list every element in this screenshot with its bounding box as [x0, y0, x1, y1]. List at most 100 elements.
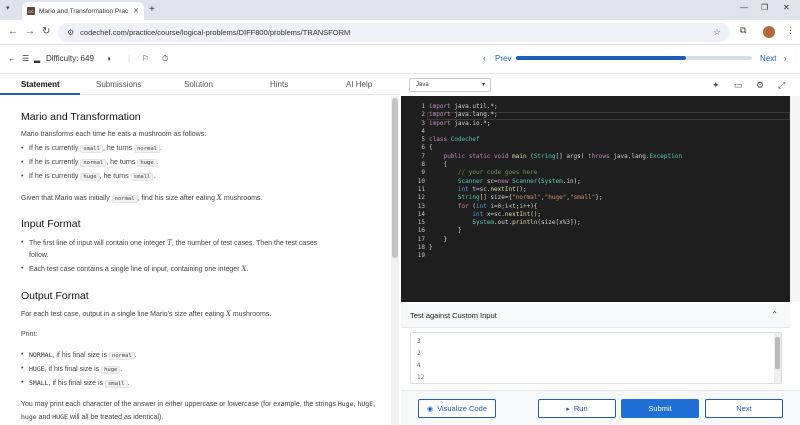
print-text: , if his final size is — [48, 380, 104, 387]
statement-scrollbar[interactable] — [391, 96, 399, 425]
print-code: huge — [101, 366, 121, 374]
run-label: Run — [573, 404, 588, 413]
next-link[interactable]: Next — [760, 54, 776, 63]
line-number: 7 — [421, 152, 425, 160]
language-select[interactable]: Java ▾ — [409, 78, 491, 92]
print-item: NORMAL, if his final size is normal. — [21, 349, 137, 362]
rule-to: huge — [137, 159, 157, 167]
input-line: 12 — [417, 374, 425, 381]
input-line: 2 — [417, 350, 421, 357]
browser-tab[interactable]: CC Mario and Transformation Prac ✕ — [22, 2, 144, 20]
tab-search-icon[interactable]: ▾ — [6, 4, 10, 12]
scroll-thumb[interactable] — [392, 98, 398, 258]
given-code: normal — [111, 195, 138, 203]
line-number: 14 — [417, 210, 425, 218]
input-text: Each test case contains a single line of… — [29, 266, 240, 273]
browser-menu-icon[interactable]: ⋮ — [786, 25, 795, 36]
problem-header: ← ☰ ▂ Difficulty: 649 ◑ | ⚐ ⏱ — [0, 46, 800, 74]
input-line: 3 — [417, 338, 421, 345]
url-text: codechef.com/practice/course/logical-pro… — [80, 28, 351, 37]
difficulty-value: 649 — [80, 54, 94, 63]
address-bar-row: ← → ↻ ⚙ codechef.com/practice/course/log… — [0, 20, 800, 45]
problem-tabs: Statement Submissions Solution Hints AI … — [0, 75, 400, 95]
tab-ai-help[interactable]: AI Help — [346, 80, 372, 89]
next-chevron-icon[interactable]: › — [784, 54, 787, 63]
browser-tab-strip: ▾ CC Mario and Transformation Prac ✕ + —… — [0, 0, 800, 20]
problem-list-icon[interactable]: ☰ — [22, 54, 29, 63]
tab-solution[interactable]: Solution — [184, 80, 213, 89]
tab-statement[interactable]: Statement — [21, 80, 60, 89]
line-number: 18 — [417, 244, 425, 252]
case-note: You may print each character of the answ… — [21, 400, 376, 421]
codechef-favicon: CC — [27, 7, 35, 15]
prev-chevron-icon[interactable]: ‹ — [483, 54, 486, 63]
difficulty-icon: ▂ — [34, 54, 41, 63]
maximize-icon[interactable]: ❐ — [761, 3, 768, 12]
site-info-icon[interactable]: ⚙ — [67, 28, 74, 37]
reload-icon[interactable]: ↻ — [42, 26, 50, 37]
given-var: X — [216, 194, 222, 202]
url-input[interactable]: ⚙ codechef.com/practice/course/logical-p… — [58, 23, 730, 42]
tab-hints[interactable]: Hints — [270, 80, 288, 89]
custom-input-header[interactable]: Test against Custom Input ⌃ — [401, 304, 790, 328]
back-arrow-icon[interactable]: ← — [8, 54, 16, 63]
rule-from: small — [80, 145, 103, 153]
settings-icon[interactable]: ⚙ — [756, 80, 764, 91]
expand-icon[interactable]: ⤢ — [778, 80, 785, 91]
comment-icon[interactable]: ▭ — [734, 80, 743, 91]
prev-link[interactable]: Prev — [495, 54, 511, 63]
editor-scrollbar[interactable] — [790, 96, 800, 302]
input-scroll-thumb[interactable] — [775, 337, 780, 369]
play-icon: ▸ — [566, 405, 570, 413]
case-word: HUGE — [52, 413, 68, 421]
line-number: 13 — [417, 202, 425, 210]
minimize-icon[interactable]: — — [740, 3, 748, 12]
input-format-heading: Input Format — [21, 218, 81, 230]
line-number: 10 — [417, 177, 425, 185]
code-editor[interactable]: 1 2 3 4 5 6 7 8 9 10 11 12 13 14 15 16 17 18 19 import jav… — [401, 96, 790, 302]
case-text: will all be treated as identical). — [69, 414, 164, 421]
custom-input-field[interactable]: 3 2 4 12 — [410, 332, 782, 384]
magic-wand-icon[interactable]: ✦ — [712, 80, 720, 91]
profile-avatar[interactable] — [763, 26, 775, 38]
line-number: 9 — [421, 169, 425, 177]
timer-icon[interactable]: ⏱ — [162, 54, 168, 64]
line-numbers: 1 2 3 4 5 6 7 8 9 10 11 12 13 14 15 16 17 18 19 — [401, 103, 425, 261]
course-progress-bar — [516, 56, 752, 60]
case-word: Huge — [337, 400, 354, 408]
given-part: mushrooms. — [223, 195, 263, 202]
tab-submissions[interactable]: Submissions — [96, 80, 141, 89]
rule-text: , he turns — [106, 159, 136, 166]
code-content[interactable]: import java.util.*; import java.lang.*; … — [429, 103, 682, 252]
close-window-icon[interactable]: ✕ — [783, 3, 790, 12]
print-text: , if his final size is — [52, 352, 107, 359]
forward-icon[interactable]: → — [25, 26, 35, 37]
line-number: 11 — [417, 185, 425, 193]
rule-item: If he is currently small, he turns norma… — [21, 143, 162, 155]
next-button[interactable]: Next — [705, 399, 783, 418]
chevron-up-icon[interactable]: ⌃ — [771, 310, 778, 319]
rule-from: huge — [80, 173, 100, 181]
input-text: follow. — [29, 252, 49, 259]
input-text: The first line of input will contain one… — [29, 240, 166, 247]
input-scrollbar[interactable] — [774, 333, 781, 383]
rule-to: small — [130, 173, 154, 181]
rule-item: If he is currently huge, he turns small. — [21, 171, 155, 183]
back-icon[interactable]: ← — [8, 26, 18, 37]
visualize-code-button[interactable]: ◉ Visualize Code — [418, 399, 496, 418]
course-progress-fill — [516, 56, 686, 60]
line-number: 4 — [421, 127, 425, 135]
case-text: and — [38, 414, 51, 421]
submit-button[interactable]: Submit — [621, 399, 699, 418]
line-number: 5 — [421, 136, 425, 144]
line-number: 15 — [417, 219, 425, 227]
bookmark-star-icon[interactable]: ☆ — [713, 27, 721, 38]
run-button[interactable]: ▸ Run — [538, 399, 616, 418]
extensions-icon[interactable]: ⧉ — [740, 25, 746, 36]
bookmark-icon[interactable]: ⚐ — [142, 54, 149, 63]
dark-mode-icon[interactable]: ◑ — [106, 54, 111, 63]
rule-to: normal — [134, 145, 160, 153]
output-text: For each test case, output in a single l… — [21, 308, 271, 321]
new-tab-icon[interactable]: + — [149, 4, 155, 15]
close-tab-icon[interactable]: ✕ — [133, 7, 139, 15]
